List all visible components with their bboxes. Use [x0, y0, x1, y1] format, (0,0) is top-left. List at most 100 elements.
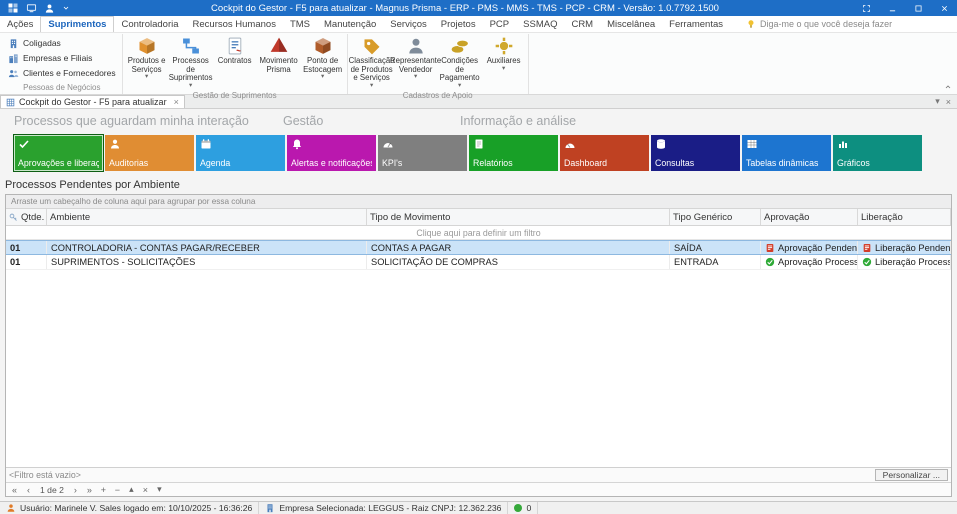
table-row[interactable]: 01 SUPRIMENTOS - SOLICITAÇÕES SOLICITAÇÃO … [6, 255, 951, 270]
column-header-liberacao[interactable]: Liberação [858, 209, 951, 225]
tile-consultas[interactable]: Consultas [651, 135, 740, 171]
ribbon-button-auxiliares[interactable]: Auxiliares ▾ [482, 34, 526, 90]
section-processos-que-aguardam-minha-interacao: Processos que aguardam minha interação [14, 114, 249, 128]
ribbon-group-cadastros-de-apoio: Classificação de Produtos e Serviços ▾ Rep… [348, 34, 529, 100]
ribbon-tab-ssmaq[interactable]: SSMAQ [516, 16, 564, 32]
ribbon-button-label: Processos de Suprimentos [168, 56, 213, 83]
tile-graficos[interactable]: Gráficos [833, 135, 922, 171]
tile-row: Aprovações e liberaç... Auditorias Agenda A… [14, 135, 952, 171]
chevron-up-icon [944, 83, 952, 91]
ribbon: Coligadas Empresas e Filiais Clientes e Fo… [0, 33, 957, 100]
ribbon-tab-projetos[interactable]: Projetos [434, 16, 483, 32]
filter-records-button[interactable]: ▾ [153, 484, 166, 495]
grid-filter-row[interactable]: Clique aqui para definir um filtro [6, 226, 951, 240]
minimize-button[interactable] [879, 0, 905, 16]
column-header-qtde[interactable]: Qtde. [6, 209, 47, 225]
tile-label: KPI's [382, 158, 403, 168]
collapse-ribbon-button[interactable] [942, 82, 954, 92]
pager-label: 1 de 2 [40, 484, 64, 495]
table-cell: SOLICITAÇÃO DE COMPRAS [367, 255, 670, 269]
ribbon-item-label: Clientes e Fornecedores [23, 68, 116, 78]
ribbon-tab-ferramentas[interactable]: Ferramentas [662, 16, 730, 32]
column-header-label: Liberação [861, 211, 903, 223]
ribbon-item-empresas-e-filiais[interactable]: Empresas e Filiais [6, 51, 118, 65]
ribbon-group-pessoas-de-negocios: Coligadas Empresas e Filiais Clientes e Fo… [2, 34, 123, 94]
chevron-down-icon: ▾ [144, 73, 149, 81]
close-button[interactable] [931, 0, 957, 16]
ribbon-tab-acoes[interactable]: Ações [0, 16, 40, 32]
ribbon-button-condicoes-de-pagamento[interactable]: Condições de Pagamento ▾ [438, 34, 482, 90]
status-label: Liberação Pendente [875, 242, 951, 253]
status-cell: Liberação Processada [858, 255, 951, 269]
ribbon-tab-pcp[interactable]: PCP [483, 16, 517, 32]
append-record-button[interactable]: + [97, 485, 110, 495]
maximize-button[interactable] [905, 0, 931, 16]
monitor-icon[interactable] [26, 3, 37, 14]
ribbon-tab-recursos-humanos[interactable]: Recursos Humanos [186, 16, 283, 32]
tags-icon [362, 36, 382, 56]
ribbon-button-contratos[interactable]: Contratos [213, 34, 257, 90]
ribbon-button-classificacao-de-produtos-e-servicos[interactable]: Classificação de Produtos e Serviços ▾ [349, 34, 395, 90]
ribbon-tab-servicos[interactable]: Serviços [383, 16, 433, 32]
tile-relatorios[interactable]: Relatórios [469, 135, 558, 171]
table-row[interactable]: 01 CONTROLADORIA - CONTAS PAGAR/RECEBER CO… [6, 240, 951, 255]
tile-kpi-s[interactable]: KPI's [378, 135, 467, 171]
ribbon-button-processos-de-suprimentos[interactable]: Processos de Suprimentos ▾ [169, 34, 213, 90]
last-record-button[interactable]: » [83, 485, 96, 495]
tellme-placeholder: Diga-me o que você deseja fazer [760, 19, 893, 29]
ribbon-tab-miscelanea[interactable]: Miscelânea [600, 16, 662, 32]
tile-alertas-e-notificacoes[interactable]: Alertas e notificações [287, 135, 376, 171]
ribbon-tab-controladoria[interactable]: Controladoria [114, 16, 185, 32]
tile-dashboard[interactable]: Dashboard [560, 135, 649, 171]
table-icon [746, 138, 758, 150]
table-cell: CONTAS A PAGAR [367, 241, 670, 254]
edit-record-button[interactable]: ▴ [125, 484, 138, 495]
ribbon-button-ponto-de-estocagem[interactable]: Ponto de Estocagem ▾ [301, 34, 345, 90]
chevron-down-icon[interactable] [62, 4, 70, 12]
table-cell: ENTRADA [670, 255, 761, 269]
first-record-button[interactable]: « [8, 485, 21, 495]
table-cell: 01 [6, 241, 47, 254]
ribbon-item-coligadas[interactable]: Coligadas [6, 36, 118, 50]
ribbon-item-clientes-e-fornecedores[interactable]: Clientes e Fornecedores [6, 66, 118, 80]
ribbon-tab-manutencao[interactable]: Manutenção [317, 16, 383, 32]
next-record-button[interactable]: › [69, 485, 82, 495]
tile-auditorias[interactable]: Auditorias [105, 135, 194, 171]
column-header-ambiente[interactable]: Ambiente [47, 209, 367, 225]
ribbon-group-label: Cadastros de Apoio [402, 90, 473, 100]
previous-record-button[interactable]: ‹ [22, 485, 35, 495]
fullscreen-button[interactable] [853, 0, 879, 16]
status-cell: Aprovação Pendente [761, 241, 858, 254]
tile-label: Dashboard [564, 158, 608, 168]
close-document-icon[interactable]: × [946, 97, 951, 107]
ribbon-button-produtos-e-servicos[interactable]: Produtos e Serviços ▾ [125, 34, 169, 90]
tile-tabelas-dinamicas[interactable]: Tabelas dinâmicas [742, 135, 831, 171]
tile-aprovacoes-e-liberac[interactable]: Aprovações e liberaç... [14, 135, 103, 171]
section-gestao: Gestão [283, 114, 324, 128]
tile-label: Alertas e notificações [291, 158, 372, 168]
ribbon-tab-suprimentos[interactable]: Suprimentos [40, 16, 115, 32]
column-header-tipo-de-movimento[interactable]: Tipo de Movimento [367, 209, 670, 225]
ribbon-item-label: Empresas e Filiais [23, 53, 93, 63]
ribbon-tab-tms[interactable]: TMS [283, 16, 317, 32]
pending-processes-grid: Arraste um cabeçalho de coluna aqui para… [5, 194, 952, 497]
column-header-tipo-generico[interactable]: Tipo Genérico [670, 209, 761, 225]
lightbulb-icon [746, 19, 756, 29]
group-by-panel[interactable]: Arraste um cabeçalho de coluna aqui para… [6, 195, 951, 209]
ribbon-button-movimento-prisma[interactable]: Movimento Prisma [257, 34, 301, 90]
tellme-box[interactable]: Diga-me o que você deseja fazer [738, 16, 900, 32]
tab-list-dropdown-icon[interactable]: ▾ [935, 96, 940, 107]
customize-button[interactable]: Personalizar ... [874, 469, 948, 481]
chevron-down-icon: ▾ [501, 64, 506, 72]
tile-agenda[interactable]: Agenda [196, 135, 285, 171]
prism-icon [269, 36, 289, 56]
ribbon-button-representante-vendedor[interactable]: Representante Vendedor ▾ [390, 34, 441, 90]
ribbon-tab-crm[interactable]: CRM [564, 16, 600, 32]
database-icon [655, 138, 667, 150]
pending-icon [862, 243, 872, 253]
user-quick-icon[interactable] [44, 3, 55, 14]
column-header-aprovacao[interactable]: Aprovação [761, 209, 858, 225]
key-icon [9, 213, 18, 222]
delete-record-button[interactable]: − [111, 485, 124, 495]
cancel-edit-button[interactable]: × [139, 485, 152, 495]
